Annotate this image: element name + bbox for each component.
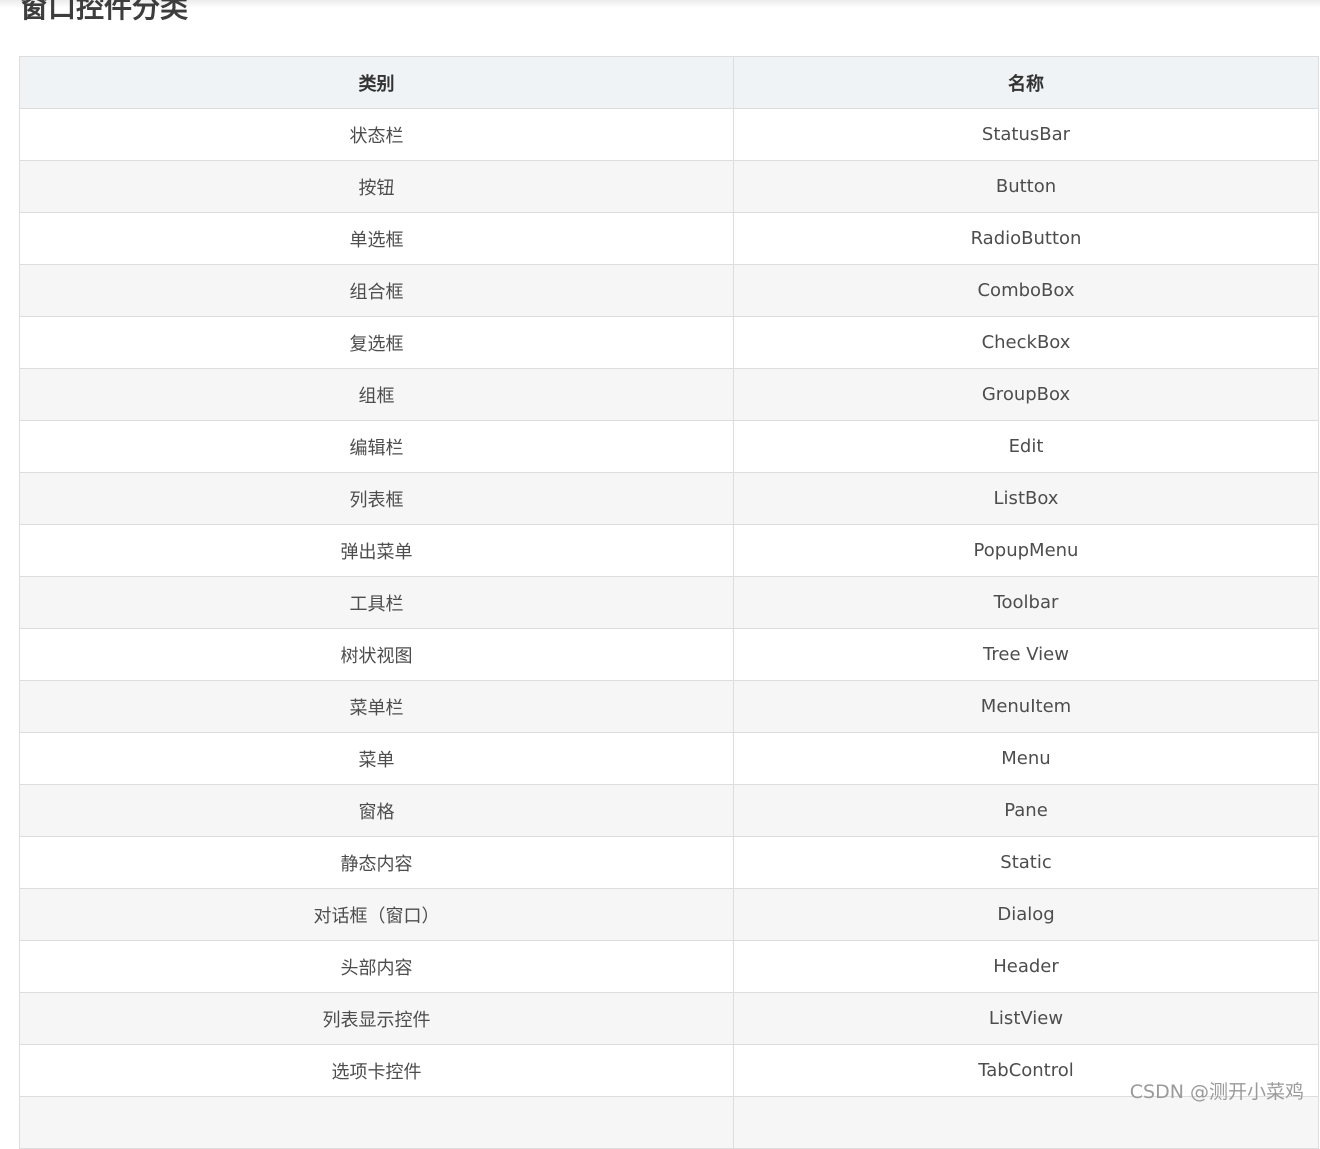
table-row: 头部内容 Header — [19, 940, 1319, 993]
table-row: 单选框 RadioButton — [19, 212, 1319, 265]
control-name-cell: Pane — [733, 784, 1319, 837]
table-row: 复选框 CheckBox — [19, 316, 1319, 369]
control-name-cell: RadioButton — [733, 212, 1319, 265]
table-row: 状态栏 StatusBar — [19, 108, 1319, 161]
category-cell: 头部内容 — [19, 940, 734, 993]
control-name-cell: Header — [733, 940, 1319, 993]
control-name-cell: CheckBox — [733, 316, 1319, 369]
category-cell — [19, 1096, 734, 1149]
table-row: 按钮 Button — [19, 160, 1319, 213]
category-cell: 对话框（窗口） — [19, 888, 734, 941]
table-row: 菜单 Menu — [19, 732, 1319, 785]
table-row: 弹出菜单 PopupMenu — [19, 524, 1319, 577]
category-cell: 编辑栏 — [19, 420, 734, 473]
control-name-cell: ListView — [733, 992, 1319, 1045]
header-name: 名称 — [733, 56, 1319, 109]
table-row: 菜单栏 MenuItem — [19, 680, 1319, 733]
top-shadow — [0, 0, 1320, 8]
category-cell: 按钮 — [19, 160, 734, 213]
category-cell: 弹出菜单 — [19, 524, 734, 577]
table-row: 窗格 Pane — [19, 784, 1319, 837]
category-cell: 工具栏 — [19, 576, 734, 629]
category-cell: 窗格 — [19, 784, 734, 837]
category-cell: 组框 — [19, 368, 734, 421]
control-name-cell: Edit — [733, 420, 1319, 473]
category-cell: 列表框 — [19, 472, 734, 525]
section-heading: 窗口控件分类 — [20, 0, 189, 24]
table-row: 静态内容 Static — [19, 836, 1319, 889]
category-cell: 菜单 — [19, 732, 734, 785]
category-cell: 复选框 — [19, 316, 734, 369]
table-row: 树状视图 Tree View — [19, 628, 1319, 681]
table-row: 工具栏 Toolbar — [19, 576, 1319, 629]
watermark: CSDN @测开小菜鸡 — [1129, 1081, 1304, 1103]
control-category-table: 类别 名称 状态栏 StatusBar 按钮 Button 单选框 RadioButton… — [19, 56, 1319, 1149]
category-cell: 状态栏 — [19, 108, 734, 161]
table-header-row: 类别 名称 — [19, 56, 1319, 109]
table-row — [19, 1096, 1319, 1149]
control-name-cell: PopupMenu — [733, 524, 1319, 577]
table-row: 组框 GroupBox — [19, 368, 1319, 421]
control-name-cell: MenuItem — [733, 680, 1319, 733]
table-row: 对话框（窗口） Dialog — [19, 888, 1319, 941]
table-row: 选项卡控件 TabControl — [19, 1044, 1319, 1097]
control-name-cell: GroupBox — [733, 368, 1319, 421]
table-row: 列表框 ListBox — [19, 472, 1319, 525]
control-name-cell: Static — [733, 836, 1319, 889]
header-category: 类别 — [19, 56, 734, 109]
control-name-cell: Toolbar — [733, 576, 1319, 629]
category-cell: 菜单栏 — [19, 680, 734, 733]
table-row: 编辑栏 Edit — [19, 420, 1319, 473]
control-name-cell — [733, 1096, 1319, 1149]
category-cell: 树状视图 — [19, 628, 734, 681]
table-row: 列表显示控件 ListView — [19, 992, 1319, 1045]
control-name-cell: Button — [733, 160, 1319, 213]
control-name-cell: Dialog — [733, 888, 1319, 941]
control-name-cell: Menu — [733, 732, 1319, 785]
category-cell: 单选框 — [19, 212, 734, 265]
control-name-cell: ListBox — [733, 472, 1319, 525]
control-name-cell: ComboBox — [733, 264, 1319, 317]
table-row: 组合框 ComboBox — [19, 264, 1319, 317]
control-name-cell: StatusBar — [733, 108, 1319, 161]
category-cell: 选项卡控件 — [19, 1044, 734, 1097]
category-cell: 组合框 — [19, 264, 734, 317]
table-body: 状态栏 StatusBar 按钮 Button 单选框 RadioButton 组合框 Com… — [19, 108, 1319, 1149]
control-name-cell: Tree View — [733, 628, 1319, 681]
category-cell: 静态内容 — [19, 836, 734, 889]
category-cell: 列表显示控件 — [19, 992, 734, 1045]
